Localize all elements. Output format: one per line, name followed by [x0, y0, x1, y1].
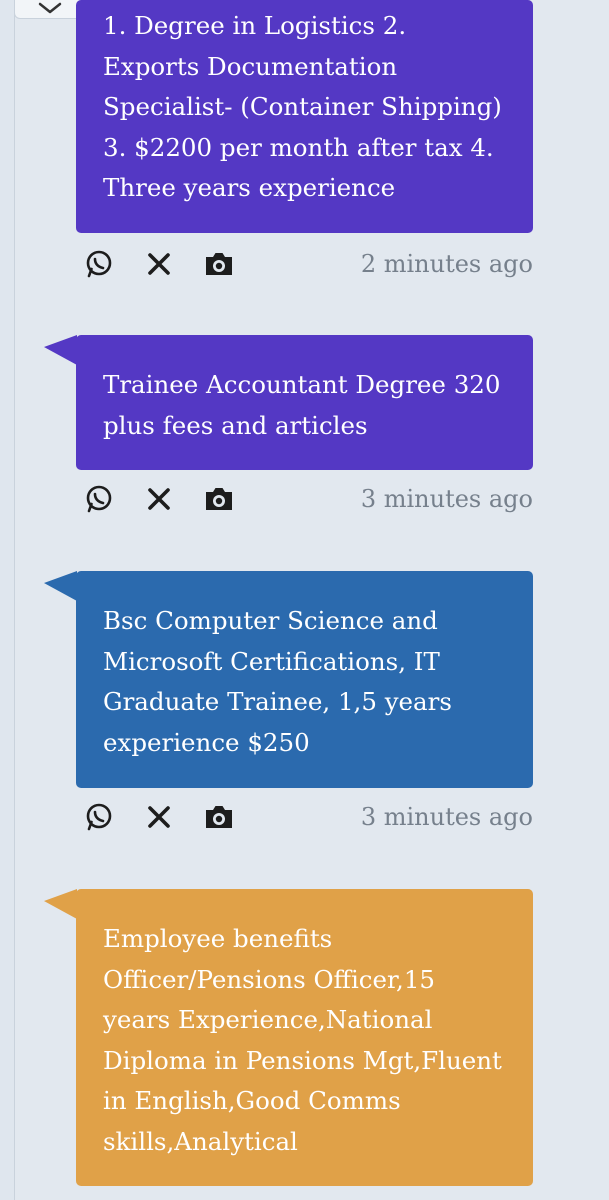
- bubble-tail: [44, 335, 77, 365]
- message-bubble: 1. Degree in Logistics 2. Exports Docume…: [76, 0, 533, 233]
- post-actions: 3 minutes ago: [82, 799, 533, 835]
- timestamp: 2 minutes ago: [360, 250, 533, 278]
- post-actions: 3 minutes ago: [82, 481, 533, 517]
- whatsapp-icon[interactable]: [82, 247, 116, 281]
- whatsapp-icon[interactable]: [82, 482, 116, 516]
- message-text: Employee benefits Officer/Pensions Offic…: [103, 924, 502, 1156]
- bubble-tail: [44, 571, 77, 601]
- message-text: 1. Degree in Logistics 2. Exports Docume…: [103, 11, 502, 202]
- bubble-tail: [44, 889, 77, 919]
- camera-icon[interactable]: [202, 247, 236, 281]
- camera-icon[interactable]: [202, 482, 236, 516]
- post-actions: 2 minutes ago: [82, 246, 533, 282]
- whatsapp-icon[interactable]: [82, 800, 116, 834]
- camera-icon[interactable]: [202, 800, 236, 834]
- chevron-down-icon: [37, 0, 63, 19]
- left-rail: [0, 0, 15, 1200]
- timestamp: 3 minutes ago: [360, 485, 533, 513]
- message-bubble: Employee benefits Officer/Pensions Offic…: [76, 889, 533, 1186]
- x-icon[interactable]: [142, 800, 176, 834]
- x-icon[interactable]: [142, 482, 176, 516]
- timestamp: 3 minutes ago: [360, 803, 533, 831]
- message-bubble: Trainee Accountant Degree 320 plus fees …: [76, 335, 533, 470]
- x-icon[interactable]: [142, 247, 176, 281]
- message-text: Trainee Accountant Degree 320 plus fees …: [103, 370, 501, 440]
- message-text: Bsc Computer Science and Microsoft Certi…: [103, 606, 452, 757]
- message-bubble: Bsc Computer Science and Microsoft Certi…: [76, 571, 533, 788]
